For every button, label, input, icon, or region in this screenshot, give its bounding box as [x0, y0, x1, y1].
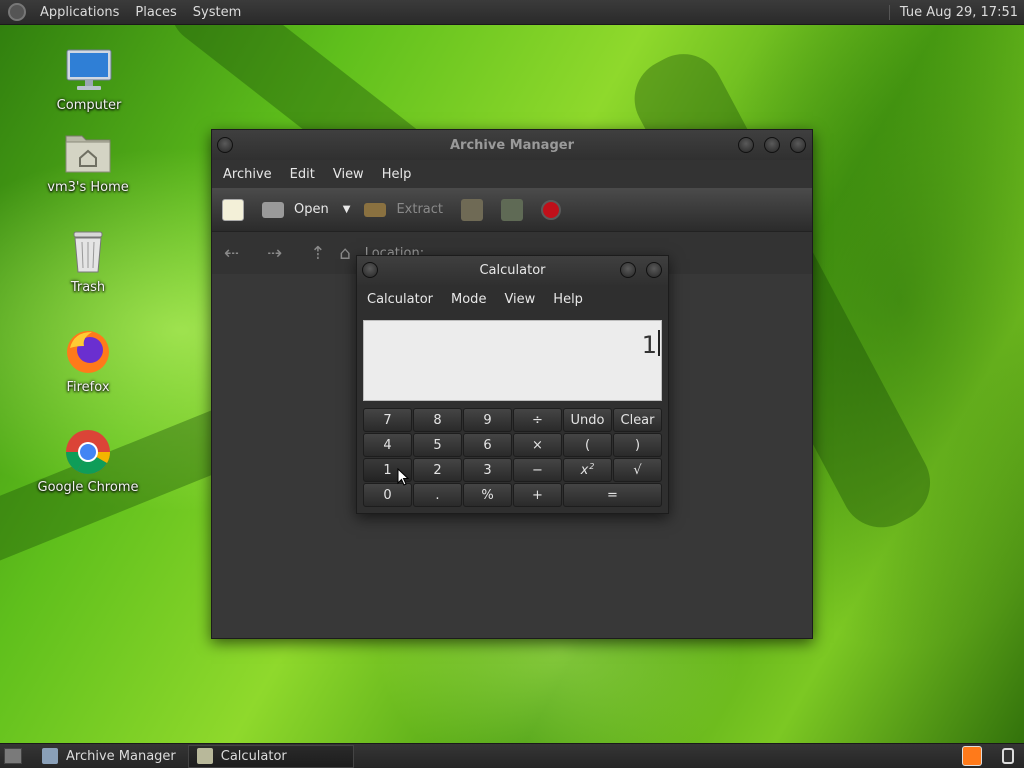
key-7[interactable]: 7 [363, 408, 412, 432]
up-arrow-icon[interactable]: ⇡ [310, 243, 325, 264]
places-menu[interactable]: Places [127, 5, 184, 20]
open-label: Open [294, 202, 329, 217]
menu-help[interactable]: Help [373, 167, 421, 182]
key-2[interactable]: 2 [413, 458, 462, 482]
key-decimal[interactable]: . [413, 483, 462, 507]
minimize-button[interactable] [738, 137, 754, 153]
key-open-paren[interactable]: ( [563, 433, 612, 457]
text-cursor [658, 330, 660, 356]
add-folder-icon[interactable] [501, 198, 523, 221]
calculator-titlebar[interactable]: Calculator [357, 256, 668, 285]
archive-menubar: Archive Edit View Help [212, 160, 812, 188]
window-title: Calculator [479, 263, 546, 278]
clock[interactable]: Tue Aug 29, 17:51 [888, 4, 1024, 20]
home-folder-icon [64, 128, 112, 176]
new-archive-icon[interactable] [222, 198, 244, 221]
firefox-tray-icon[interactable] [962, 746, 982, 766]
minimize-button[interactable] [620, 262, 636, 278]
back-arrow-icon[interactable]: ⇠ [224, 243, 239, 264]
key-undo[interactable]: Undo [563, 408, 612, 432]
key-sqrt[interactable]: √ [613, 458, 662, 482]
desktop-icon-trash[interactable]: Trash [33, 228, 143, 295]
key-square-base: x [580, 462, 589, 478]
display-value: 1 [641, 331, 657, 359]
show-desktop-icon[interactable] [4, 748, 22, 764]
desktop-icon-chrome[interactable]: Google Chrome [33, 428, 143, 495]
menu-view[interactable]: View [495, 292, 544, 307]
trash-applet-icon[interactable] [1002, 748, 1014, 764]
key-0[interactable]: 0 [363, 483, 412, 507]
chrome-icon [64, 428, 112, 476]
key-add[interactable]: + [513, 483, 562, 507]
key-8[interactable]: 8 [413, 408, 462, 432]
menu-edit[interactable]: Edit [281, 167, 324, 182]
calculator-menubar: Calculator Mode View Help [357, 285, 668, 314]
add-files-icon[interactable] [461, 198, 483, 221]
menu-calculator[interactable]: Calculator [358, 292, 442, 307]
maximize-button[interactable] [764, 137, 780, 153]
key-9[interactable]: 9 [463, 408, 512, 432]
menu-help[interactable]: Help [544, 292, 592, 307]
key-3[interactable]: 3 [463, 458, 512, 482]
calculator-task-icon [196, 748, 213, 764]
taskbar-item-archive-manager[interactable]: Archive Manager [34, 745, 184, 768]
applications-menu[interactable]: Applications [32, 5, 127, 20]
desktop-icon-computer[interactable]: Computer [34, 46, 144, 113]
desktop-icon-label: Google Chrome [37, 480, 139, 495]
key-square[interactable]: x2 [563, 458, 612, 482]
menu-archive[interactable]: Archive [214, 167, 281, 182]
desktop-icon-home[interactable]: vm3's Home [33, 128, 143, 195]
home-arrow-icon[interactable]: ⌂ [339, 243, 350, 264]
menu-mode[interactable]: Mode [442, 292, 495, 307]
key-subtract[interactable]: − [513, 458, 562, 482]
key-divide[interactable]: ÷ [513, 408, 562, 432]
archive-toolbar: Open ▼ Extract [212, 188, 812, 232]
window-menu-button[interactable] [362, 262, 378, 278]
menu-view[interactable]: View [324, 167, 373, 182]
system-menu[interactable]: System [185, 5, 249, 20]
top-panel: Applications Places System Tue Aug 29, 1… [0, 0, 1024, 25]
key-square-exponent: 2 [589, 461, 595, 471]
desktop-icon-label: Computer [56, 98, 122, 113]
desktop-icon-label: Firefox [66, 380, 110, 395]
desktop-icon-label: Trash [70, 280, 106, 295]
key-equals[interactable]: = [563, 483, 662, 507]
extract-label: Extract [396, 202, 443, 217]
firefox-icon [64, 328, 112, 376]
desktop-icon-label: vm3's Home [47, 180, 129, 195]
open-button[interactable]: Open [262, 201, 329, 218]
stop-icon[interactable] [541, 199, 561, 220]
computer-icon [65, 46, 113, 94]
window-title: Archive Manager [450, 137, 574, 153]
extract-icon [364, 202, 387, 217]
task-label: Calculator [220, 748, 287, 764]
mouse-pointer-icon [397, 468, 409, 486]
trash-icon [64, 228, 112, 276]
open-icon [262, 201, 284, 218]
taskbar-item-calculator[interactable]: Calculator [187, 744, 354, 768]
key-5[interactable]: 5 [413, 433, 462, 457]
calculator-keypad: 7 8 9 ÷ Undo Clear 4 5 6 × ( ) 1 2 3 − x… [363, 408, 662, 507]
archive-manager-task-icon [42, 748, 58, 764]
key-4[interactable]: 4 [363, 433, 412, 457]
window-menu-button[interactable] [217, 137, 233, 153]
desktop-icon-firefox[interactable]: Firefox [33, 328, 143, 395]
forward-arrow-icon[interactable]: ⇢ [267, 243, 282, 264]
extract-button[interactable]: Extract [364, 202, 443, 217]
key-percent[interactable]: % [463, 483, 512, 507]
system-tray [952, 746, 1024, 766]
task-label: Archive Manager [66, 748, 176, 764]
key-clear[interactable]: Clear [613, 408, 662, 432]
close-button[interactable] [790, 137, 806, 153]
menu-logo-icon[interactable] [8, 3, 26, 21]
key-multiply[interactable]: × [513, 433, 562, 457]
close-button[interactable] [646, 262, 662, 278]
archive-manager-titlebar[interactable]: Archive Manager [212, 130, 812, 160]
bottom-panel: Archive Manager Calculator [0, 743, 1024, 768]
key-close-paren[interactable]: ) [613, 433, 662, 457]
calculator-display[interactable]: 1 [363, 320, 662, 401]
key-6[interactable]: 6 [463, 433, 512, 457]
open-dropdown-arrow-icon[interactable]: ▼ [343, 204, 351, 215]
